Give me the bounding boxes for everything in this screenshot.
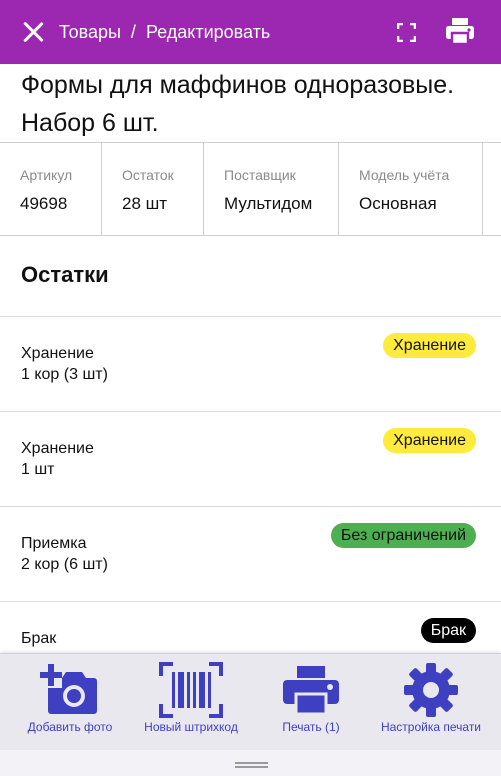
app-bar: Товары / Редактировать xyxy=(0,0,501,64)
printer-icon[interactable] xyxy=(445,16,475,46)
info-value: Мультидом xyxy=(224,194,313,213)
info-accounting-model: Модель учёта Основная xyxy=(339,143,483,235)
stock-quantity: 1 кор (3 шт) xyxy=(21,366,108,383)
stock-location: Хранение xyxy=(21,345,94,362)
stock-quantity: 2 кор (6 шт) xyxy=(21,556,108,573)
info-supplier: Поставщик Мультидом xyxy=(204,143,339,235)
info-label: Остаток xyxy=(122,167,174,183)
info-label: Поставщик xyxy=(224,167,296,183)
info-value: 49698 xyxy=(20,194,68,213)
info-article: Артикул 49698 xyxy=(0,143,102,235)
product-title: Формы для маффинов одноразовые. Набор 6 … xyxy=(21,71,455,137)
breadcrumb-separator: / xyxy=(130,21,136,42)
action-label: Настройка печати xyxy=(380,720,482,734)
print-button[interactable]: Печать (1) xyxy=(251,654,371,751)
breadcrumb-root[interactable]: Товары xyxy=(59,22,121,43)
close-icon[interactable] xyxy=(22,21,44,43)
status-badge: Хранение xyxy=(383,428,476,453)
stock-location: Хранение xyxy=(21,440,94,457)
status-badge: Брак xyxy=(420,618,476,643)
action-label: Добавить фото xyxy=(27,720,113,734)
bottom-action-bar: Добавить фото Новый штрихкод Печать (1) xyxy=(0,653,501,750)
new-barcode-button[interactable]: Новый штрихкод xyxy=(131,654,251,751)
drag-handle[interactable] xyxy=(235,762,268,768)
info-label: Артикул xyxy=(20,167,73,183)
stock-row[interactable]: Хранение 1 кор (3 шт) Хранение xyxy=(0,316,501,411)
fullscreen-icon[interactable] xyxy=(397,23,416,42)
add-photo-icon xyxy=(40,664,97,714)
breadcrumb-current: Редактировать xyxy=(145,21,271,42)
stock-row[interactable]: Приемка 2 кор (6 шт) Без ограничений xyxy=(0,506,501,601)
status-badge: Без ограничений xyxy=(330,523,476,548)
printer-icon xyxy=(283,666,339,716)
breadcrumb: Товары / Редактировать xyxy=(59,22,270,43)
status-badge: Хранение xyxy=(383,333,476,358)
print-settings-button[interactable]: Настройка печати xyxy=(371,654,491,751)
add-photo-button[interactable]: Добавить фото xyxy=(10,654,130,751)
product-info-bar: Артикул 49698 Остаток 28 шт Поставщик Му… xyxy=(0,142,501,236)
stock-location: Брак xyxy=(21,630,57,647)
info-value: Основная xyxy=(359,194,437,213)
stock-location: Приемка xyxy=(21,535,87,552)
info-stock: Остаток 28 шт xyxy=(102,143,204,235)
gear-icon xyxy=(404,663,458,717)
stock-section-title: Остатки xyxy=(21,262,109,287)
action-label: Новый штрихкод xyxy=(144,720,238,734)
stock-quantity: 1 шт xyxy=(21,461,55,478)
action-label: Печать (1) xyxy=(282,720,340,734)
stock-list: Хранение 1 кор (3 шт) Хранение Хранение … xyxy=(0,316,501,696)
info-value: 28 шт xyxy=(122,194,168,213)
bottom-sheet-handle-area xyxy=(0,750,501,776)
barcode-scan-icon xyxy=(159,662,223,718)
stock-row[interactable]: Хранение 1 шт Хранение xyxy=(0,411,501,506)
info-label: Модель учёта xyxy=(359,167,450,183)
